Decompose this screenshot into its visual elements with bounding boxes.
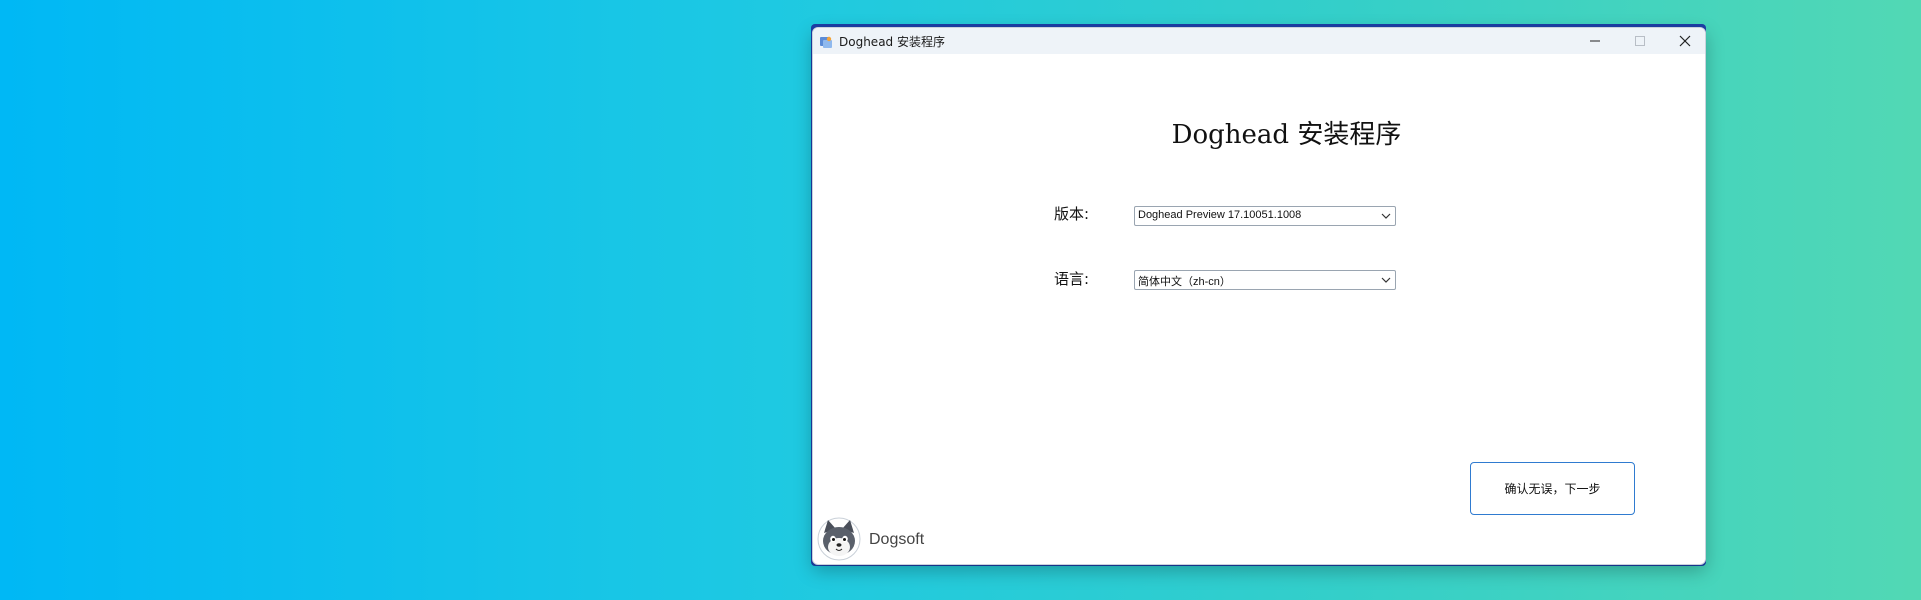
maximize-button[interactable] [1618, 28, 1662, 54]
window-title: Doghead 安装程序 [839, 35, 945, 49]
app-icon [819, 34, 833, 48]
title-bar[interactable]: Doghead 安装程序 [813, 28, 1705, 54]
language-select[interactable]: 简体中文（zh-cn） [1134, 270, 1396, 290]
version-select[interactable]: Doghead Preview 17.10051.1008 [1134, 206, 1396, 226]
close-button[interactable] [1663, 28, 1705, 54]
chevron-down-icon [1381, 213, 1391, 219]
next-button[interactable]: 确认无误，下一步 [1470, 462, 1635, 515]
chevron-down-icon [1381, 277, 1391, 283]
maximize-icon [1635, 36, 1645, 46]
close-icon [1679, 35, 1691, 47]
dog-logo-icon [817, 517, 861, 561]
installer-window: Doghead 安装程序 Doghead 安装程序 版本: Doghead Pr… [812, 27, 1706, 565]
page-title: Doghead 安装程序 [1171, 120, 1402, 150]
version-select-value: Doghead Preview 17.10051.1008 [1138, 209, 1302, 221]
language-select-value: 简体中文（zh-cn） [1138, 276, 1231, 288]
brand-name: Dogsoft [869, 531, 925, 548]
version-label: 版本: [1054, 205, 1090, 223]
minimize-icon [1590, 40, 1600, 42]
minimize-button[interactable] [1573, 28, 1617, 54]
language-label: 语言: [1054, 270, 1090, 288]
